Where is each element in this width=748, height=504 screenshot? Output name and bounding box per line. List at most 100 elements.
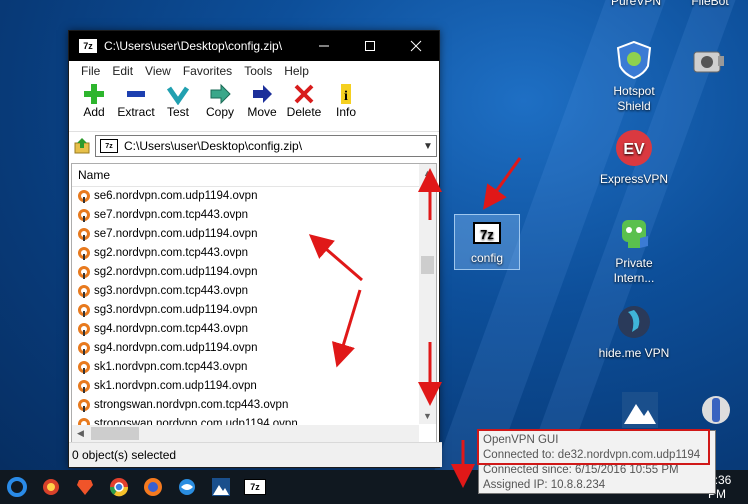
desktop-icon-hotspot-shield[interactable]: Hotspot Shield bbox=[594, 40, 674, 114]
vertical-scrollbar[interactable]: ▲ ▼ bbox=[419, 164, 436, 424]
title-bar[interactable]: 7z C:\Users\user\Desktop\config.zip\ bbox=[69, 31, 439, 61]
openvpn-file-icon bbox=[78, 227, 90, 241]
info-icon: i bbox=[334, 83, 358, 105]
file-row[interactable]: sg3.nordvpn.com.udp1194.ovpn bbox=[72, 300, 417, 319]
edge-button[interactable] bbox=[0, 470, 34, 504]
menu-favorites[interactable]: Favorites bbox=[177, 64, 238, 78]
maximize-icon bbox=[365, 41, 375, 51]
file-row[interactable]: sk1.nordvpn.com.udp1194.ovpn bbox=[72, 376, 417, 395]
desktop-icon-camera[interactable] bbox=[668, 42, 748, 86]
annotation-highlight-box bbox=[477, 429, 710, 465]
desktop-icon-filebot[interactable]: FileBot bbox=[670, 0, 748, 9]
taskbar-app-2[interactable] bbox=[170, 470, 204, 504]
horizontal-scrollbar[interactable]: ◀ bbox=[72, 425, 419, 442]
delete-x-icon bbox=[292, 83, 316, 105]
desktop-icon-purevpn[interactable]: PureVPN bbox=[596, 0, 676, 9]
file-rows: se6.nordvpn.com.udp1194.ovpn se7.nordvpn.… bbox=[72, 186, 417, 433]
desktop-icon-media[interactable] bbox=[676, 390, 748, 434]
shield-icon bbox=[614, 40, 654, 80]
desktop-icon-expressvpn[interactable]: EV ExpressVPN bbox=[594, 128, 674, 187]
taskbar-sevenzip[interactable]: 7z bbox=[238, 470, 272, 504]
delete-button[interactable]: Delete bbox=[283, 81, 325, 125]
desktop-icon-label: Intern... bbox=[613, 271, 655, 285]
firefox-icon bbox=[144, 478, 162, 496]
chevron-down-icon[interactable]: ▼ bbox=[420, 141, 436, 152]
sevenzip-icon: 7z bbox=[473, 219, 501, 247]
scroll-down-icon[interactable]: ▼ bbox=[419, 407, 436, 424]
close-button[interactable] bbox=[393, 31, 439, 61]
scroll-thumb[interactable] bbox=[421, 256, 434, 274]
hideme-icon bbox=[614, 302, 654, 342]
column-header-name[interactable]: Name bbox=[72, 164, 423, 187]
file-name: strongswan.nordvpn.com.tcp443.ovpn bbox=[94, 398, 289, 411]
file-name: se7.nordvpn.com.udp1194.ovpn bbox=[94, 227, 258, 240]
brave-button[interactable] bbox=[68, 470, 102, 504]
file-name: sg3.nordvpn.com.tcp443.ovpn bbox=[94, 284, 249, 297]
scroll-up-icon[interactable]: ▲ bbox=[419, 164, 436, 181]
file-row[interactable]: se7.nordvpn.com.tcp443.ovpn bbox=[72, 205, 417, 224]
mountain-icon bbox=[212, 478, 230, 496]
chrome-button[interactable] bbox=[102, 470, 136, 504]
file-row[interactable]: sk1.nordvpn.com.tcp443.ovpn bbox=[72, 357, 417, 376]
desktop-icon-label: config bbox=[470, 251, 504, 265]
desktop-icon-mountain[interactable] bbox=[600, 390, 680, 434]
file-row[interactable]: sg4.nordvpn.com.udp1194.ovpn bbox=[72, 338, 417, 357]
window-title: C:\Users\user\Desktop\config.zip\ bbox=[104, 39, 283, 53]
file-name: sg4.nordvpn.com.udp1194.ovpn bbox=[94, 341, 258, 354]
move-button[interactable]: Move bbox=[241, 81, 283, 125]
file-name: se7.nordvpn.com.tcp443.ovpn bbox=[94, 208, 249, 221]
taskbar-app-3[interactable] bbox=[204, 470, 238, 504]
extract-button[interactable]: Extract bbox=[115, 81, 157, 125]
sevenzip-small-icon: 7z bbox=[100, 139, 118, 153]
openvpn-file-icon bbox=[78, 208, 90, 222]
openvpn-file-icon bbox=[78, 189, 90, 203]
file-name: se6.nordvpn.com.udp1194.ovpn bbox=[94, 189, 258, 202]
menu-tools[interactable]: Tools bbox=[238, 64, 278, 78]
menu-bar: File Edit View Favorites Tools Help bbox=[69, 61, 439, 81]
sevenzip-window: 7z C:\Users\user\Desktop\config.zip\ Fil… bbox=[68, 30, 442, 468]
scroll-left-icon[interactable]: ◀ bbox=[72, 428, 89, 439]
mountain-icon bbox=[620, 390, 660, 430]
add-button[interactable]: Add bbox=[73, 81, 115, 125]
menu-file[interactable]: File bbox=[75, 64, 106, 78]
info-label: Info bbox=[335, 105, 356, 119]
file-row[interactable]: strongswan.nordvpn.com.tcp443.ovpn bbox=[72, 395, 417, 414]
chrome-icon bbox=[109, 478, 129, 497]
desktop-icon-label: Hotspot bbox=[613, 84, 655, 98]
delete-label: Delete bbox=[286, 105, 322, 119]
brave-icon bbox=[77, 480, 93, 495]
menu-edit[interactable]: Edit bbox=[106, 64, 139, 78]
edge-icon bbox=[7, 477, 27, 497]
address-input[interactable]: 7z C:\Users\user\Desktop\config.zip\ ▼ bbox=[95, 135, 437, 157]
desktop-icon-config-zip[interactable]: 7z config bbox=[454, 214, 520, 270]
test-button[interactable]: Test bbox=[157, 81, 199, 125]
desktop-icon-private-internet[interactable]: Private Intern... bbox=[594, 212, 674, 286]
file-row[interactable]: sg3.nordvpn.com.tcp443.ovpn bbox=[72, 281, 417, 300]
openvpn-file-icon bbox=[78, 360, 90, 374]
menu-help[interactable]: Help bbox=[278, 64, 315, 78]
file-name: sk1.nordvpn.com.udp1194.ovpn bbox=[94, 379, 257, 392]
minimize-button[interactable] bbox=[301, 31, 347, 61]
toolbar: Add Extract Test Copy Move Delete i Info bbox=[69, 81, 439, 125]
taskbar-app-1[interactable] bbox=[34, 470, 68, 504]
desktop-icon-hideme-vpn[interactable]: hide.me VPN bbox=[594, 302, 674, 361]
desktop-icon-label: PureVPN bbox=[610, 0, 662, 8]
close-icon bbox=[410, 40, 422, 52]
file-row[interactable]: sg2.nordvpn.com.udp1194.ovpn bbox=[72, 262, 417, 281]
file-row[interactable]: sg4.nordvpn.com.tcp443.ovpn bbox=[72, 319, 417, 338]
openvpn-file-icon bbox=[78, 265, 90, 279]
address-text: C:\Users\user\Desktop\config.zip\ bbox=[124, 139, 303, 153]
maximize-button[interactable] bbox=[347, 31, 393, 61]
copy-arrow-icon bbox=[208, 83, 232, 105]
file-row[interactable]: sg2.nordvpn.com.tcp443.ovpn bbox=[72, 243, 417, 262]
file-row[interactable]: se6.nordvpn.com.udp1194.ovpn bbox=[72, 186, 417, 205]
copy-button[interactable]: Copy bbox=[199, 81, 241, 125]
scroll-thumb-horizontal[interactable] bbox=[91, 427, 139, 440]
menu-view[interactable]: View bbox=[139, 64, 177, 78]
firefox-button[interactable] bbox=[136, 470, 170, 504]
up-folder-button[interactable] bbox=[69, 135, 95, 157]
info-button[interactable]: i Info bbox=[325, 81, 367, 125]
media-icon bbox=[696, 390, 736, 430]
file-row[interactable]: se7.nordvpn.com.udp1194.ovpn bbox=[72, 224, 417, 243]
up-folder-icon bbox=[74, 138, 90, 154]
